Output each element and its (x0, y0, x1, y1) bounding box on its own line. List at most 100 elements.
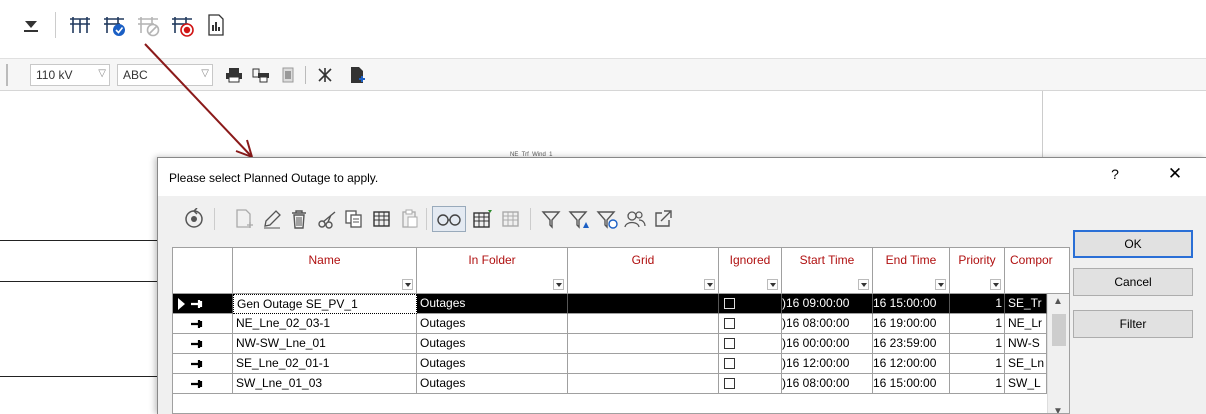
ignored-checkbox[interactable] (724, 298, 735, 309)
cell-ignored[interactable] (719, 314, 782, 334)
column-filter-dropdown[interactable] (553, 279, 564, 290)
edit-icon[interactable] (259, 206, 285, 232)
row-selector[interactable] (173, 334, 233, 354)
row-selector[interactable] (173, 314, 233, 334)
cell-folder[interactable]: Outages (417, 334, 568, 354)
filter-time-icon[interactable] (594, 206, 620, 232)
toolbar-divider (530, 208, 531, 230)
column-header-start-time[interactable]: Start Time (782, 248, 873, 294)
users-icon[interactable] (622, 206, 648, 232)
ignored-checkbox[interactable] (724, 318, 735, 329)
cell-component[interactable]: SE_Tr (1005, 294, 1047, 314)
close-button[interactable]: ✕ (1166, 164, 1184, 184)
grid-edit-icon[interactable] (470, 206, 496, 232)
help-button[interactable]: ? (1108, 166, 1122, 182)
cell-grid[interactable] (568, 374, 719, 394)
row-selector[interactable] (173, 354, 233, 374)
row-selector[interactable] (173, 294, 233, 314)
column-filter-dropdown[interactable] (402, 279, 413, 290)
cell-name[interactable]: SE_Lne_02_01-1 (233, 354, 417, 374)
cell-grid[interactable] (568, 314, 719, 334)
cell-folder[interactable]: Outages (417, 314, 568, 334)
cell-priority[interactable]: 1 (950, 374, 1005, 394)
cancel-button[interactable]: Cancel (1073, 268, 1193, 296)
row-selector[interactable] (173, 374, 233, 394)
scroll-up-icon[interactable]: ▲ (1053, 296, 1063, 307)
cell-priority[interactable]: 1 (950, 294, 1005, 314)
cell-ignored[interactable] (719, 354, 782, 374)
cell-end-time[interactable]: 16 15:00:00 (873, 374, 950, 394)
cell-end-time[interactable]: 16 23:59:00 (873, 334, 950, 354)
filter-icon[interactable] (538, 206, 564, 232)
table-row[interactable]: SE_Lne_02_01-1 Outages )16 12:00:00 16 1… (173, 354, 1069, 374)
refresh-icon[interactable] (181, 206, 207, 232)
cell-start-time[interactable]: )16 00:00:00 (782, 334, 873, 354)
column-header-ignored[interactable]: Ignored (719, 248, 782, 294)
table-row[interactable]: SW_Lne_01_03 Outages )16 08:00:00 16 15:… (173, 374, 1069, 394)
table-row[interactable]: NW-SW_Lne_01 Outages )16 00:00:00 16 23:… (173, 334, 1069, 354)
cell-component[interactable]: NE_Lr (1005, 314, 1047, 334)
column-filter-dropdown[interactable] (767, 279, 778, 290)
cell-folder[interactable]: Outages (417, 374, 568, 394)
column-filter-dropdown[interactable] (858, 279, 869, 290)
table-row[interactable]: NE_Lne_02_03-1 Outages )16 08:00:00 16 1… (173, 314, 1069, 334)
grid-disabled-icon[interactable] (498, 206, 524, 232)
cell-folder[interactable]: Outages (417, 294, 568, 314)
filter-button[interactable]: Filter (1073, 310, 1193, 338)
column-filter-dropdown[interactable] (990, 279, 1001, 290)
column-header-grid[interactable]: Grid (568, 248, 719, 294)
cell-end-time[interactable]: 16 15:00:00 (873, 294, 950, 314)
table-row[interactable]: Gen Outage SE_PV_1 Outages )16 09:00:00 … (173, 294, 1069, 314)
scroll-down-icon[interactable]: ▼ (1053, 406, 1063, 413)
column-filter-dropdown[interactable] (704, 279, 715, 290)
cell-priority[interactable]: 1 (950, 314, 1005, 334)
cell-start-time[interactable]: )16 08:00:00 (782, 374, 873, 394)
scrollbar-thumb[interactable] (1052, 314, 1066, 346)
cell-start-time[interactable]: )16 08:00:00 (782, 314, 873, 334)
paste-icon[interactable] (397, 206, 423, 232)
cell-ignored[interactable] (719, 334, 782, 354)
cell-folder[interactable]: Outages (417, 354, 568, 374)
cell-end-time[interactable]: 16 19:00:00 (873, 314, 950, 334)
cell-end-time[interactable]: 16 12:00:00 (873, 354, 950, 374)
column-header-component[interactable]: Compor (1005, 248, 1069, 294)
dialog-title: Please select Planned Outage to apply. (169, 171, 379, 185)
new-icon[interactable] (231, 206, 257, 232)
column-filter-dropdown[interactable] (935, 279, 946, 290)
cell-grid[interactable] (568, 294, 719, 314)
delete-icon[interactable] (286, 206, 312, 232)
cell-priority[interactable]: 1 (950, 354, 1005, 374)
export-icon[interactable] (650, 206, 676, 232)
cell-ignored[interactable] (719, 374, 782, 394)
cell-ignored[interactable] (719, 294, 782, 314)
cell-name[interactable]: NE_Lne_02_03-1 (233, 314, 417, 334)
cell-name[interactable]: Gen Outage SE_PV_1 (233, 294, 417, 314)
glasses-icon[interactable] (432, 206, 466, 232)
ignored-checkbox[interactable] (724, 338, 735, 349)
cell-component[interactable]: SW_L (1005, 374, 1047, 394)
toolbar-divider (214, 208, 215, 230)
row-header-corner (173, 248, 233, 294)
cell-start-time[interactable]: )16 12:00:00 (782, 354, 873, 374)
ignored-checkbox[interactable] (724, 358, 735, 369)
column-header-priority[interactable]: Priority (950, 248, 1005, 294)
ok-button[interactable]: OK (1073, 230, 1193, 258)
cell-start-time[interactable]: )16 09:00:00 (782, 294, 873, 314)
cut-icon[interactable] (314, 206, 340, 232)
cell-name[interactable]: SW_Lne_01_03 (233, 374, 417, 394)
cell-component[interactable]: SE_Ln (1005, 354, 1047, 374)
filter-warning-icon[interactable] (566, 206, 592, 232)
copy-icon[interactable] (341, 206, 367, 232)
cell-grid[interactable] (568, 334, 719, 354)
column-header-name[interactable]: Name (233, 248, 417, 294)
cell-grid[interactable] (568, 354, 719, 374)
toolbar-divider (426, 208, 427, 230)
vertical-scrollbar[interactable]: ▲ ▼ (1047, 294, 1069, 413)
column-header-end-time[interactable]: End Time (873, 248, 950, 294)
cell-name[interactable]: NW-SW_Lne_01 (233, 334, 417, 354)
ignored-checkbox[interactable] (724, 378, 735, 389)
cell-priority[interactable]: 1 (950, 334, 1005, 354)
column-header-folder[interactable]: In Folder (417, 248, 568, 294)
table-copy-icon[interactable] (369, 206, 395, 232)
cell-component[interactable]: NW-S (1005, 334, 1047, 354)
